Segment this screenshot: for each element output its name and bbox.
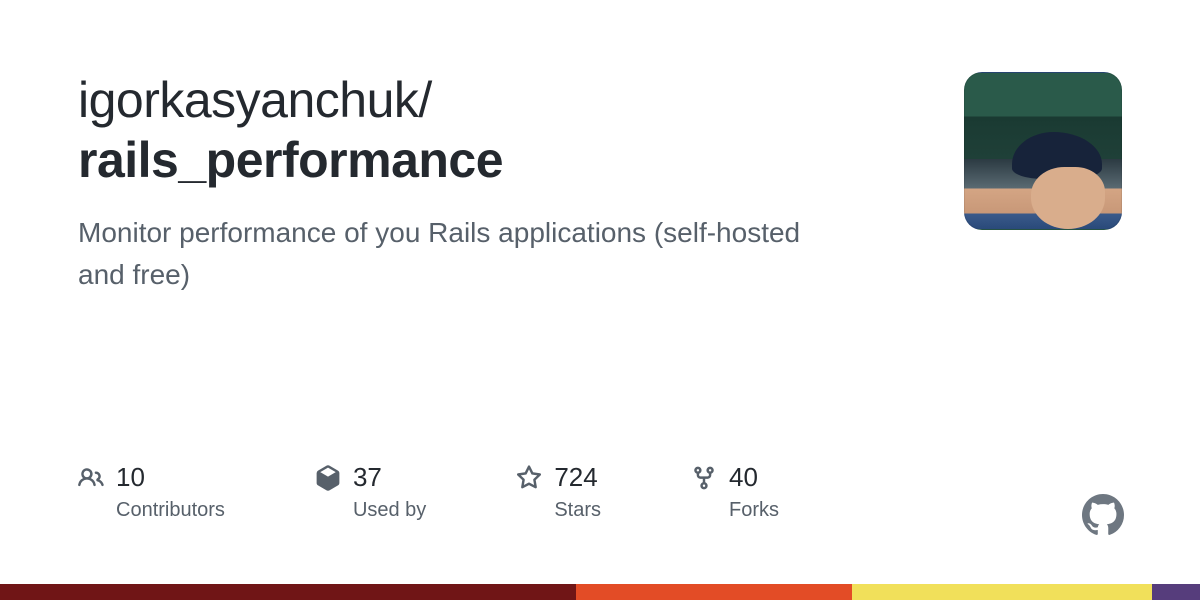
language-segment [1152, 584, 1200, 600]
repo-title: igorkasyanchuk/ rails_performance [78, 72, 908, 190]
language-segment [576, 584, 852, 600]
stat-used-by[interactable]: 37 Used by [315, 462, 426, 522]
stat-contributors[interactable]: 10 Contributors [78, 462, 225, 522]
owner-avatar[interactable] [964, 72, 1122, 230]
stat-label: Forks [729, 499, 779, 522]
repo-forked-icon [691, 465, 717, 491]
stat-value: 40 [729, 462, 758, 493]
repo-name[interactable]: rails_performance [78, 130, 908, 190]
people-icon [78, 465, 104, 491]
language-bar [0, 584, 1200, 600]
star-icon [516, 465, 542, 491]
stat-forks[interactable]: 40 Forks [691, 462, 779, 522]
avatar-image [964, 72, 1122, 230]
package-dependents-icon [315, 465, 341, 491]
stat-stars[interactable]: 724 Stars [516, 462, 601, 522]
stat-value: 724 [554, 462, 597, 493]
language-segment [0, 584, 576, 600]
stat-label: Stars [554, 499, 601, 522]
repo-stats: 10 Contributors 37 Used by 724 Stars 40 Forks [78, 462, 779, 522]
github-logo-icon [1082, 494, 1124, 536]
stat-value: 10 [116, 462, 145, 493]
stat-label: Contributors [116, 499, 225, 522]
owner-name[interactable]: igorkasyanchuk/ [78, 72, 908, 130]
language-segment [852, 584, 1152, 600]
stat-label: Used by [353, 499, 426, 522]
stat-value: 37 [353, 462, 382, 493]
repo-description: Monitor performance of you Rails applica… [78, 212, 838, 296]
